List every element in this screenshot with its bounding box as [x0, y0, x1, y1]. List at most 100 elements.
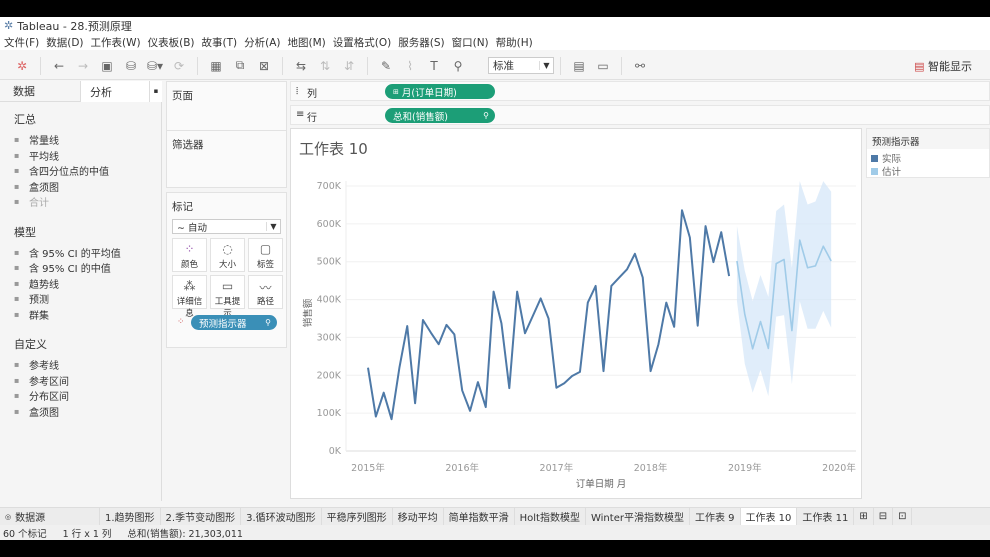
columns-shelf[interactable]: ⦙ 列 ⊞ 月(订单日期)	[290, 81, 990, 101]
presentation-icon[interactable]: ▭	[591, 59, 615, 73]
menu-analysis[interactable]: 分析(A)	[244, 35, 280, 50]
size-button[interactable]: ◌ 大小	[210, 238, 245, 272]
analytics-item[interactable]: ▪ 含 95% CI 的中值	[14, 260, 111, 275]
x-tick-label: 2017年	[540, 462, 574, 474]
label-button[interactable]: ▢ 标签	[248, 238, 283, 272]
forecast-indicator-pill[interactable]: 预测指示器 ⚲	[191, 315, 277, 330]
group-icon[interactable]: ⌇	[398, 59, 422, 73]
analytics-item[interactable]: ▪ 群集	[14, 307, 49, 322]
refresh-icon[interactable]: ⟳	[167, 59, 191, 73]
path-button[interactable]: 〰路径	[248, 275, 283, 309]
detail-button[interactable]: ⁂ 详细信息	[172, 275, 207, 319]
sheet-tab[interactable]: 简单指数平滑	[444, 507, 515, 526]
sum-sales-pill[interactable]: 总和(销售额) ⚲	[385, 108, 495, 123]
new-datasource-icon[interactable]: ⛁	[119, 59, 143, 73]
duplicate-sheet-icon[interactable]: ⧉	[228, 58, 252, 73]
data-point	[759, 320, 763, 324]
tableau-home-icon[interactable]: ✲	[10, 59, 34, 73]
clear-sheet-icon[interactable]: ⊠	[252, 59, 276, 73]
data-point	[774, 262, 778, 266]
sheet-tab[interactable]: 工作表 10	[740, 507, 798, 526]
menu-server[interactable]: 服务器(S)	[398, 35, 444, 50]
menu-format[interactable]: 设置格式(O)	[333, 35, 391, 50]
sheet-tab[interactable]: Winter平滑指数模型	[586, 507, 690, 526]
rows-shelf[interactable]: ≡ 行 总和(销售额) ⚲	[290, 105, 990, 125]
highlight-icon[interactable]: ✎	[374, 59, 398, 73]
show-me-icon: ▤	[914, 59, 925, 73]
sheet-tab[interactable]: 平稳序列图形	[322, 507, 393, 526]
sheet-tab[interactable]: 移动平均	[393, 507, 444, 526]
analytics-item[interactable]: ▪ 参考线	[14, 357, 59, 372]
sheet-tab[interactable]: 3.循环波动图形	[241, 507, 322, 526]
redo-icon[interactable]: →	[71, 59, 95, 73]
marks-title: 标记	[172, 201, 193, 213]
new-worksheet-tab-icon[interactable]: ⊞	[854, 507, 874, 526]
analytics-item[interactable]: ▪ 分布区间	[14, 388, 69, 403]
pause-updates-icon[interactable]: ⛁▾	[143, 59, 167, 73]
show-me-button[interactable]: ▤ 智能显示	[914, 58, 972, 74]
menu-help[interactable]: 帮助(H)	[496, 35, 533, 50]
tooltip-button[interactable]: ▭ 工具提示	[210, 275, 245, 319]
analytics-item[interactable]: ▪ 含 95% CI 的平均值	[14, 245, 121, 260]
save-icon[interactable]: ▣	[95, 59, 119, 73]
sheet-tab[interactable]: 2.季节变动图形	[161, 507, 242, 526]
menu-window[interactable]: 窗口(N)	[452, 35, 489, 50]
legend-swatch	[871, 155, 878, 162]
data-point	[656, 342, 660, 346]
data-point	[625, 267, 629, 271]
new-dashboard-tab-icon[interactable]: ⊟	[874, 507, 894, 526]
sheet-tab[interactable]: 1.趋势图形	[100, 507, 161, 526]
collapse-pane-button[interactable]: ▪	[149, 81, 162, 102]
analytics-item[interactable]: ▪ 合计	[14, 194, 49, 209]
analytics-item[interactable]: ▪ 盒须图	[14, 179, 59, 194]
pin-icon[interactable]: ⚲	[446, 59, 470, 73]
sheet-tab[interactable]: 工作表 9	[690, 507, 741, 526]
data-point	[790, 329, 794, 333]
fit-select[interactable]: 标准 ▼	[488, 57, 554, 74]
legend-item-estimate[interactable]: 估计	[871, 164, 901, 178]
menu-file[interactable]: 文件(F)	[4, 35, 39, 50]
menu-worksheet[interactable]: 工作表(W)	[91, 35, 141, 50]
data-point	[711, 260, 715, 264]
filters-card[interactable]: 筛选器	[166, 130, 287, 188]
month-order-date-pill[interactable]: ⊞ 月(订单日期)	[385, 84, 495, 99]
menu-data[interactable]: 数据(D)	[46, 35, 83, 50]
menu-dashboard[interactable]: 仪表板(B)	[148, 35, 195, 50]
sheet-tab[interactable]: 工作表 11	[797, 507, 855, 526]
legend-item-actual[interactable]: 实际	[871, 151, 901, 165]
menu-story[interactable]: 故事(T)	[202, 35, 238, 50]
menu-map[interactable]: 地图(M)	[288, 35, 326, 50]
sheet-tab[interactable]: Holt指数模型	[515, 507, 586, 526]
pages-card[interactable]: 页面	[166, 81, 287, 135]
analytics-item[interactable]: ▪ 趋势线	[14, 276, 59, 291]
color-button[interactable]: ⁘ 颜色	[172, 238, 207, 272]
analytics-item[interactable]: ▪ 预测	[14, 291, 49, 306]
new-story-tab-icon[interactable]: ⊡	[893, 507, 913, 526]
analytics-item[interactable]: ▪ 参考区间	[14, 373, 69, 388]
analytics-item[interactable]: ▪ 盒须图	[14, 404, 59, 419]
data-point	[413, 401, 417, 405]
tab-datasource[interactable]: ◎ 数据源	[0, 507, 100, 526]
share-icon[interactable]: ⚯	[628, 59, 652, 73]
analytics-item[interactable]: ▪ 常量线	[14, 132, 59, 147]
pill-label: 月(订单日期)	[401, 87, 457, 99]
analytics-item[interactable]: ▪ 含四分位点的中值	[14, 163, 109, 178]
mark-type-select[interactable]: ∼ 自动 ▼	[172, 219, 281, 234]
analytics-item-label: 参考区间	[29, 376, 69, 388]
label-icon[interactable]: T	[422, 59, 446, 73]
new-worksheet-icon[interactable]: ▦	[204, 59, 228, 73]
sort-desc-icon[interactable]: ⇵	[337, 59, 361, 73]
swap-icon[interactable]: ⇆	[289, 59, 313, 73]
data-point	[704, 224, 708, 228]
analytics-item[interactable]: ▪ 平均线	[14, 148, 59, 163]
y-axis-title: 销售额	[302, 298, 314, 327]
tab-data[interactable]: 数据	[0, 81, 81, 102]
y-tick-label: 600K	[317, 219, 342, 230]
sort-asc-icon[interactable]: ⇅	[313, 59, 337, 73]
tab-analysis[interactable]: 分析	[81, 81, 149, 102]
forecast-chart[interactable]: 0K 100K 200K 300K 400K 500K 600K 700K 2015年 2016年…	[291, 129, 863, 500]
undo-icon[interactable]: ←	[47, 59, 71, 73]
window-title: Tableau - 28.预测原理	[17, 19, 132, 33]
status-marks: 60 个标记	[3, 528, 47, 540]
show-cards-icon[interactable]: ▤	[567, 59, 591, 73]
